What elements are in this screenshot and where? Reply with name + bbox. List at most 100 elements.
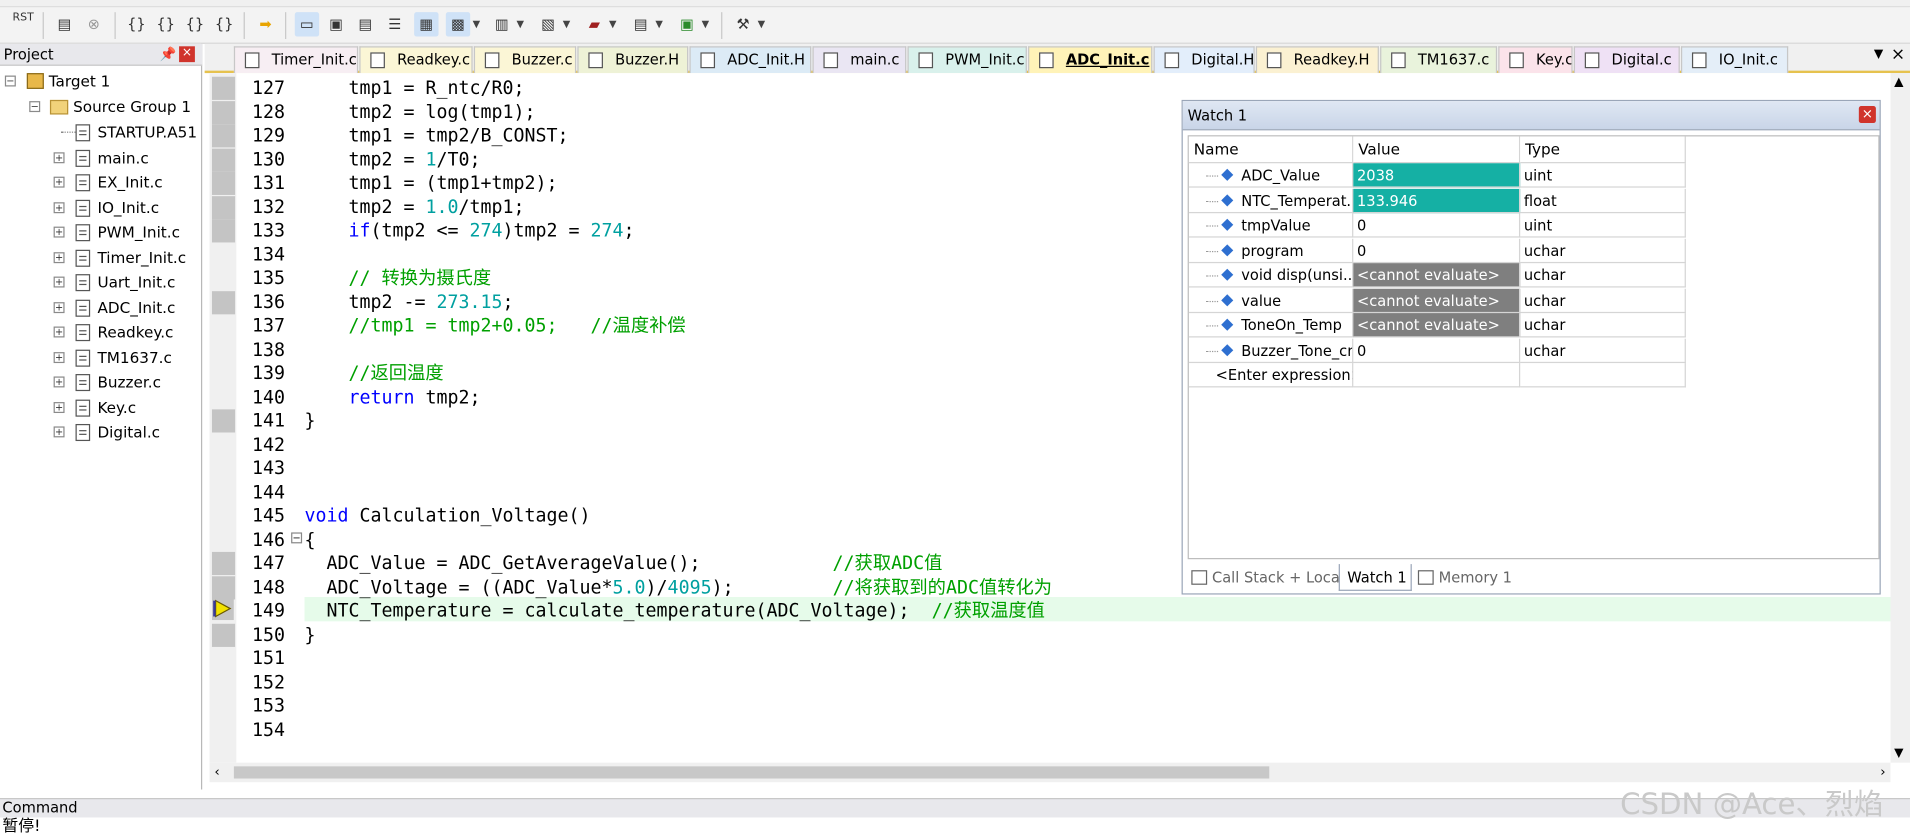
memory-dropdown-icon[interactable]: ▼ — [516, 12, 526, 36]
collapse-icon[interactable]: − — [4, 75, 16, 87]
code-line[interactable]: ADC_Value = ADC_GetAverageValue(); //获取A… — [305, 552, 943, 576]
editor-tab[interactable]: TM1637.c — [1380, 46, 1498, 74]
tab-watch-1[interactable]: Watch 1 — [1338, 564, 1412, 591]
code-line[interactable]: tmp1 = tmp2/B_CONST; — [305, 124, 569, 148]
analysis-dropdown-icon[interactable]: ▼ — [609, 12, 619, 36]
pin-icon[interactable]: 📌 — [160, 44, 177, 66]
editor-tab[interactable]: ADC_Init.H — [689, 46, 812, 74]
expand-icon[interactable]: + — [53, 251, 65, 263]
code-line[interactable]: return tmp2; — [305, 386, 481, 410]
tree-file-item[interactable]: + Readkey.c — [53, 320, 173, 344]
close-icon[interactable]: × — [179, 46, 195, 63]
tree-target[interactable]: − Target 1 — [4, 69, 110, 93]
trace-dropdown-icon[interactable]: ▼ — [655, 12, 665, 36]
watch-dropdown-icon[interactable]: ▼ — [473, 12, 483, 36]
serial-window-icon[interactable]: ▧ — [536, 12, 560, 36]
expand-icon[interactable]: + — [53, 151, 65, 163]
code-line[interactable]: void Calculation_Voltage() — [305, 504, 591, 528]
system-viewer-dropdown-icon[interactable]: ▼ — [702, 12, 712, 36]
editor-tab[interactable]: Digital.c — [1573, 46, 1680, 74]
watch-name-cell[interactable]: ADC_Value — [1188, 163, 1354, 188]
tree-file-item[interactable]: + main.c — [53, 146, 149, 170]
scrollbar-thumb[interactable] — [233, 766, 1270, 779]
watch-value-cell[interactable]: <cannot evaluate> — [1353, 313, 1521, 338]
editor-tab[interactable]: IO_Init.c — [1680, 46, 1789, 74]
watch-value-cell[interactable]: 0 — [1353, 213, 1521, 238]
expand-icon[interactable]: + — [53, 326, 65, 338]
tree-file-item[interactable]: + EX_Init.c — [53, 171, 163, 195]
tree-file-item[interactable]: + IO_Init.c — [53, 196, 159, 220]
system-viewer-icon[interactable]: ▣ — [675, 12, 699, 36]
watch-value-cell[interactable]: 133.946 — [1353, 188, 1521, 213]
code-line[interactable]: tmp2 = 1/T0; — [305, 148, 481, 172]
breakpoint-gutter[interactable] — [209, 73, 237, 763]
run-to-cursor-icon[interactable]: {} — [212, 12, 236, 36]
code-line[interactable]: //返回温度 — [305, 362, 444, 386]
toolbox-dropdown-icon[interactable]: ▼ — [758, 12, 768, 36]
stop-icon[interactable]: ⊗ — [82, 12, 106, 36]
vertical-scrollbar[interactable]: ▲ ▼ — [1890, 73, 1910, 763]
scroll-left-icon[interactable]: ‹ — [214, 763, 219, 782]
tree-file-item[interactable]: + PWM_Init.c — [53, 221, 180, 245]
registers-icon[interactable]: ☰ — [382, 12, 406, 36]
code-line[interactable]: //tmp1 = tmp2+0.05; //温度补偿 — [305, 314, 686, 338]
analysis-window-icon[interactable]: ▰ — [582, 12, 606, 36]
editor-tab[interactable]: Readkey.H — [1255, 46, 1379, 74]
watch-name-cell[interactable]: program — [1188, 238, 1354, 263]
enter-expression-cell[interactable]: <Enter expression> — [1188, 363, 1354, 388]
trace-window-icon[interactable]: ▤ — [629, 12, 653, 36]
step-into-icon[interactable]: {} — [124, 12, 148, 36]
code-line[interactable]: tmp2 = log(tmp1); — [305, 101, 536, 125]
symbols-icon[interactable]: ▤ — [353, 12, 377, 36]
tree-file-item[interactable]: + Uart_Init.c — [53, 270, 175, 294]
tree-file-item[interactable]: + Key.c — [53, 395, 136, 419]
step-out-icon[interactable]: {} — [183, 12, 207, 36]
editor-tab[interactable]: Digital.H — [1153, 46, 1255, 74]
code-line[interactable]: } — [305, 409, 316, 433]
fold-icon[interactable]: − — [291, 532, 303, 544]
watch-name-cell[interactable]: void disp(unsi... — [1188, 263, 1354, 288]
disassembly-icon[interactable]: ▣ — [324, 12, 348, 36]
reset-button[interactable]: RST — [11, 12, 35, 36]
editor-tab[interactable]: PWM_Init.c — [907, 46, 1027, 74]
expand-icon[interactable]: + — [53, 351, 65, 363]
tree-file-item[interactable]: + ADC_Init.c — [53, 295, 175, 319]
serial-dropdown-icon[interactable]: ▼ — [563, 12, 573, 36]
tab-memory-1[interactable]: Memory 1 — [1414, 564, 1512, 591]
close-tab-icon[interactable]: × — [1891, 45, 1905, 64]
watch-title-bar[interactable]: Watch 1 × — [1182, 101, 1880, 131]
close-icon[interactable]: × — [1858, 105, 1876, 124]
code-line[interactable]: tmp1 = R_ntc/R0; — [305, 77, 525, 101]
collapse-icon[interactable]: − — [29, 101, 41, 113]
code-line[interactable]: ADC_Voltage = ((ADC_Value*5.0)/4095); //… — [305, 576, 1053, 600]
column-header-type[interactable]: Type — [1520, 136, 1686, 164]
tree-file-item[interactable]: + Timer_Init.c — [53, 245, 187, 269]
scroll-up-icon[interactable]: ▲ — [1894, 76, 1903, 89]
code-line[interactable]: tmp2 = 1.0/tmp1; — [305, 196, 525, 220]
expand-icon[interactable]: + — [53, 201, 65, 213]
toolbox-icon[interactable]: ⚒ — [731, 12, 755, 36]
expand-icon[interactable]: + — [53, 276, 65, 288]
editor-tab[interactable]: Key.c — [1498, 46, 1573, 74]
watch-name-cell[interactable]: Buzzer_Tone_cnt — [1188, 338, 1354, 363]
editor-tab[interactable]: Timer_Init.c — [233, 46, 359, 74]
tab-list-dropdown-icon[interactable]: ▼ — [1874, 48, 1883, 61]
scroll-down-icon[interactable]: ▼ — [1894, 747, 1903, 760]
editor-tab[interactable]: ADC_Init.c — [1028, 46, 1153, 74]
editor-tab[interactable]: main.c — [812, 46, 907, 74]
watch-value-cell[interactable]: <cannot evaluate> — [1353, 288, 1521, 313]
expand-icon[interactable]: + — [53, 426, 65, 438]
expand-icon[interactable]: + — [53, 376, 65, 388]
tab-call-stack[interactable]: Call Stack + Locals — [1188, 564, 1351, 591]
watch-name-cell[interactable]: value — [1188, 288, 1354, 313]
code-line[interactable]: } — [305, 623, 316, 647]
code-line[interactable]: if(tmp2 <= 274)tmp2 = 274; — [305, 219, 635, 243]
watch-name-cell[interactable]: ToneOn_Temp — [1188, 313, 1354, 338]
code-line[interactable]: NTC_Temperature = calculate_temperature(… — [305, 599, 1045, 623]
watch-value-cell[interactable]: 0 — [1353, 338, 1521, 363]
editor-tab[interactable]: Readkey.c — [359, 46, 473, 74]
memory-window-icon[interactable]: ▥ — [490, 12, 514, 36]
step-over-icon[interactable]: {} — [153, 12, 177, 36]
run-icon[interactable]: ▤ — [52, 12, 76, 36]
show-next-statement-icon[interactable]: ➡ — [253, 12, 277, 36]
